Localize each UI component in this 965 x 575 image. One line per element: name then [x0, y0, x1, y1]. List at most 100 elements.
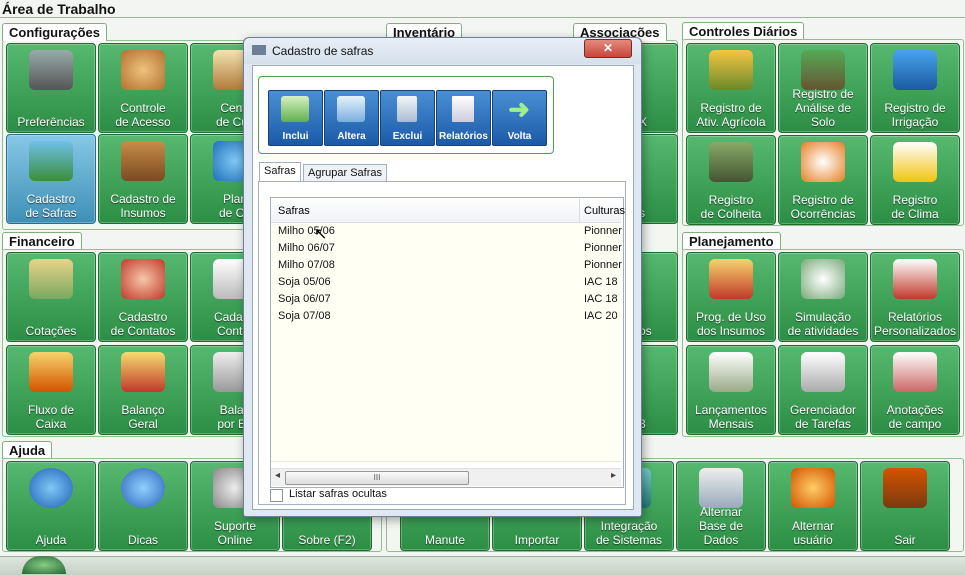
tile-label: Manute: [424, 533, 466, 547]
tile-simulacao[interactable]: Simulação de atividades: [778, 252, 868, 342]
column-header-culturas[interactable]: Culturas: [584, 205, 625, 217]
tile-registro-colheita[interactable]: Registro de Colheita: [686, 135, 776, 225]
safra-cell: Soja 07/08: [278, 310, 331, 322]
exclui-button[interactable]: Exclui: [380, 90, 435, 146]
tile-label: Registro de Irrigação: [884, 101, 946, 129]
tile-ajuda[interactable]: Ajuda: [6, 461, 96, 551]
tile-label: os: [639, 324, 652, 338]
tile-label: Ajuda: [35, 533, 67, 547]
column-divider[interactable]: [579, 198, 580, 222]
row-bg: [271, 444, 621, 462]
report-check-icon: [893, 259, 937, 299]
tile-hidden-a[interactable]: X: [636, 43, 678, 133]
listar-ocultas-checkbox[interactable]: [270, 489, 283, 502]
pie-chart-icon: [29, 352, 73, 392]
alerts-icon: [801, 142, 845, 182]
cultura-cell: IAC 18: [584, 293, 618, 305]
tile-label: Relatórios Personalizados: [873, 310, 957, 338]
people-icon: [121, 259, 165, 299]
exit-door-icon: [883, 468, 927, 508]
safra-cell: Soja 05/06: [278, 276, 331, 288]
tile-registro-clima[interactable]: Registro de Clima: [870, 135, 960, 225]
folder-gear-icon: [29, 50, 73, 90]
table-row[interactable]: Soja 05/06 IAC 18: [271, 274, 621, 291]
tile-label: Registro de Colheita: [700, 193, 762, 221]
notepad-icon: [893, 352, 937, 392]
tile-anotacoes[interactable]: Anotações de campo: [870, 345, 960, 435]
relatorios-button[interactable]: Relatórios: [436, 90, 491, 146]
tile-registro-solo[interactable]: Registro de Análise de Solo: [778, 43, 868, 133]
tab-safras[interactable]: Safras: [259, 162, 301, 182]
table-header: Safras Culturas: [271, 198, 625, 223]
inclui-button[interactable]: Inclui: [268, 90, 323, 146]
horizontal-scrollbar[interactable]: ◂ III ▸: [271, 468, 621, 486]
tile-balanco-geral[interactable]: Balanço Geral: [98, 345, 188, 435]
tile-label: Suporte Online: [213, 519, 257, 547]
tile-preferencias[interactable]: Preferências: [6, 43, 96, 133]
section-planejamento: Planejamento: [682, 232, 781, 250]
volta-button[interactable]: ➜ Volta: [492, 90, 547, 146]
tile-dicas[interactable]: Dicas: [98, 461, 188, 551]
tile-prog-uso[interactable]: Prog. de Uso dos Insumos: [686, 252, 776, 342]
tile-relatorios[interactable]: Relatórios Personalizados: [870, 252, 960, 342]
field-road-icon: [29, 141, 73, 181]
scroll-thumb[interactable]: III: [285, 471, 469, 485]
tile-lancamentos[interactable]: Lançamentos Mensais: [686, 345, 776, 435]
status-strip: [0, 556, 965, 575]
table-row[interactable]: Soja 06/07 IAC 18: [271, 291, 621, 308]
tile-label: Alternar usuário: [791, 519, 835, 547]
cultura-cell: Pionner: [584, 225, 622, 237]
section-ajuda: Ajuda: [2, 441, 53, 459]
tile-hidden-b[interactable]: s: [636, 134, 678, 224]
tile-label: Prog. de Uso dos Insumos: [695, 310, 767, 338]
tile-registro-ocorrencias[interactable]: Registro de Ocorrências: [778, 135, 868, 225]
tile-label: X: [639, 115, 648, 129]
tile-label: Lançamentos Mensais: [694, 403, 768, 431]
folder-edit-icon: [337, 96, 365, 122]
row-bg: [271, 359, 621, 377]
tile-label: Sair: [894, 533, 916, 547]
scroll-right-icon[interactable]: ▸: [611, 470, 616, 481]
tile-alternar-usuario[interactable]: Alternar usuário: [768, 461, 858, 551]
tile-registro-ativ[interactable]: Registro de Ativ. Agrícola: [686, 43, 776, 133]
arrow-right-icon: ➜: [508, 94, 530, 124]
sacks-icon: [121, 141, 165, 181]
tile-label: Fluxo de Caixa: [27, 403, 75, 431]
tile-cadastro-insumos[interactable]: Cadastro de Insumos: [98, 134, 188, 224]
tile-hidden-d[interactable]: 3: [636, 345, 678, 435]
lock-user-icon: [121, 50, 165, 90]
dialog-titlebar[interactable]: Cadastro de safras ✕: [244, 38, 641, 64]
tile-sair[interactable]: Sair: [860, 461, 950, 551]
safra-cell: Soja 06/07: [278, 293, 331, 305]
column-header-safras[interactable]: Safras: [278, 205, 310, 217]
tile-controle-acesso[interactable]: Controle de Acesso: [98, 43, 188, 133]
altera-button[interactable]: Altera: [324, 90, 379, 146]
tile-label: Registro de Ocorrências: [790, 193, 856, 221]
workspace-title: Área de Trabalho: [2, 1, 116, 17]
row-bg: [271, 410, 621, 428]
tab-agrupar-safras[interactable]: Agrupar Safras: [303, 164, 387, 182]
tile-cadastro-contatos[interactable]: Cadastro de Contatos: [98, 252, 188, 342]
close-icon[interactable]: ✕: [584, 39, 632, 58]
tile-alternar-base[interactable]: Alternar Base de Dados: [676, 461, 766, 551]
tile-gerenciador[interactable]: Gerenciador de Tarefas: [778, 345, 868, 435]
dialog-title: Cadastro de safras: [272, 44, 374, 58]
calendar-money-icon: [709, 352, 753, 392]
tile-cotacoes[interactable]: Cotações: [6, 252, 96, 342]
cultura-cell: Pionner: [584, 242, 622, 254]
scroll-left-icon[interactable]: ◂: [275, 470, 280, 481]
tile-label: Gerenciador de Tarefas: [789, 403, 857, 431]
report-icon: [452, 96, 474, 122]
tile-cadastro-safras[interactable]: Cadastro de Safras: [6, 134, 96, 224]
irrigation-icon: [893, 50, 937, 90]
listar-ocultas-label: Listar safras ocultas: [289, 488, 387, 500]
tile-hidden-c[interactable]: os: [636, 252, 678, 342]
table-row[interactable]: Milho 07/08 Pionner: [271, 257, 622, 274]
cultura-cell: IAC 18: [584, 276, 618, 288]
tile-label: Anotações de campo: [886, 403, 944, 431]
tile-registro-irrigacao[interactable]: Registro de Irrigação: [870, 43, 960, 133]
trend-arrow-icon: [121, 352, 165, 392]
tile-fluxo-caixa[interactable]: Fluxo de Caixa: [6, 345, 96, 435]
tile-label: Cadastro de Contatos: [110, 310, 176, 338]
table-row[interactable]: Soja 07/08 IAC 20: [271, 308, 621, 325]
